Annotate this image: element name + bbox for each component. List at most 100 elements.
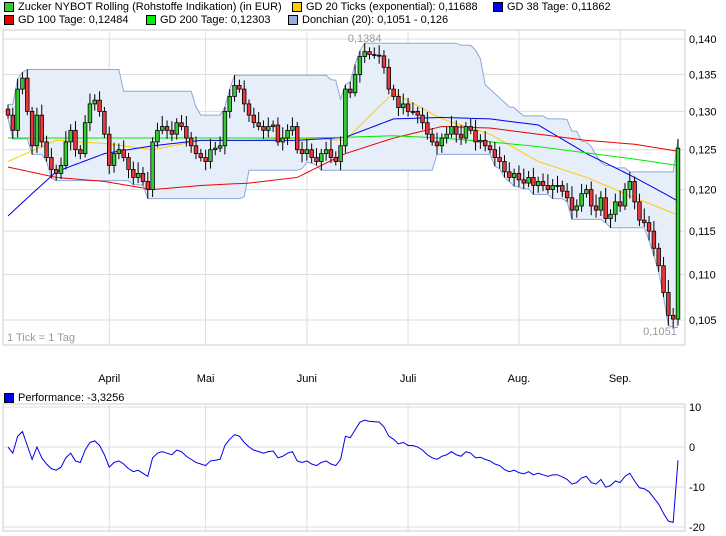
candle-down [632,181,637,203]
candle-down [637,201,642,221]
candle-down [241,88,247,105]
candle-up [444,133,449,139]
chart-widget: Zucker NYBOT Rolling (Rohstoffe Indikati… [0,0,726,536]
candle-up [116,149,122,155]
candle-up [213,147,218,151]
candle-down [497,157,502,162]
candle-down [376,54,382,57]
candle-up [410,110,416,113]
candle-down [25,77,30,112]
candle-up [449,126,454,135]
tick-note: 1 Tick = 1 Tag [7,332,75,344]
candle-up [478,139,483,143]
candle-down [256,122,261,127]
candle-down [39,114,44,143]
candle-up [579,193,584,207]
candle-down [102,110,107,135]
y-tick-label: 0,110 [689,270,716,282]
candle-down [5,108,11,116]
candle-up [266,126,271,131]
candle-up [208,149,213,162]
candle-up [304,149,310,155]
y-tick-label: 0,125 [689,145,717,157]
y-tick-label: 0,120 [689,185,717,197]
candle-down [492,149,498,158]
candle-down [420,114,425,124]
high-annotation: 0,1384 [348,33,382,45]
candle-up [174,122,179,135]
candle-up [58,165,64,174]
candle-down [516,173,522,181]
candle-up [111,153,117,166]
x-tick-label: Aug. [508,373,531,385]
candle-up [627,181,632,190]
candle-down [131,169,136,178]
candle-down [367,51,372,55]
candle-up [555,185,560,187]
candle-up [598,197,604,211]
candle-down [656,247,661,267]
y-tick-label: 0,140 [689,34,717,46]
perf-y-tick-label: -10 [689,482,705,494]
candle-up [550,185,555,190]
perf-y-tick-label: 0 [689,442,695,454]
candle-down [391,88,396,97]
performance-plot-frame [2,403,686,532]
candle-down [126,157,131,170]
candle-up [338,145,343,162]
candle-down [184,126,189,139]
candle-down [396,96,401,109]
candle-down [179,122,184,127]
candle-down [569,197,575,211]
candle-up [222,110,228,147]
candle-up [285,129,290,139]
candle-down [295,126,300,151]
candle-down [49,157,54,170]
candle-down [670,314,676,320]
candle-up [608,213,613,219]
candle-down [482,139,488,147]
candle-down [145,181,150,190]
x-tick-label: April [98,373,120,385]
candle-down [54,169,59,174]
candle-down [405,103,411,112]
candle-down [531,177,536,186]
candle-down [386,66,391,90]
candle-down [473,129,478,143]
candle-down [589,189,594,207]
candle-down [348,88,353,94]
y-tick-label: 0,130 [689,106,717,118]
candle-down [121,149,126,158]
candle-up [150,141,155,190]
candle-down [415,110,420,116]
candle-up [362,51,367,57]
candle-down [140,173,146,182]
candle-down [275,124,281,143]
candle-down [309,149,314,158]
candle-down [78,149,83,155]
candle-up [155,129,160,143]
candle-up [135,173,141,178]
chart-svg: 0,140 0,135 0,130 0,125 0,120 0,115 0,110 0,105… [2,29,717,534]
candle-up [232,85,237,97]
candle-down [564,190,570,199]
candle-up [536,181,541,186]
candle-down [521,179,526,184]
candle-up [622,189,628,207]
candle-down [603,197,608,219]
candle-down [203,157,208,162]
candle-down [372,54,377,56]
candle-up [439,137,445,147]
candle-down [454,126,459,135]
candle-down [540,181,546,186]
candle-up [323,149,329,155]
candle-up [463,126,469,139]
candle-up [92,99,97,105]
candle-down [507,171,512,178]
candle-up [401,103,406,109]
candle-up [343,88,348,147]
candle-down [188,137,194,147]
candle-down [651,230,657,249]
candle-down [642,219,647,224]
candle-up [357,56,363,75]
